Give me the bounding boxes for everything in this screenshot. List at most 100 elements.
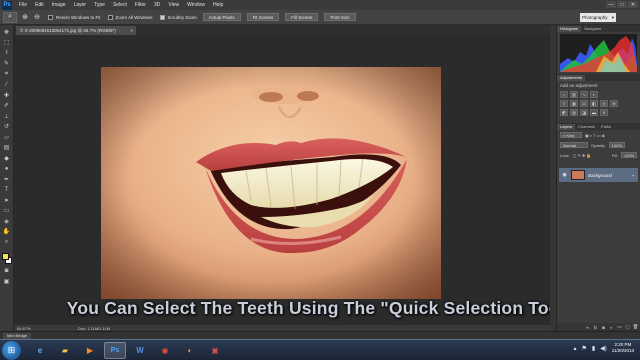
hand-tool-icon[interactable]: ✋ [2,227,12,237]
tab-channels[interactable]: Channels [575,124,598,130]
selective-color-icon[interactable]: ✕ [600,109,608,116]
start-button[interactable]: ⊞ [2,340,21,360]
opacity-field[interactable]: 100% [608,142,625,148]
menu-image[interactable]: Image [48,0,70,10]
zoom-all-windows-checkbox[interactable]: Zoom All Windows [107,14,153,20]
fill-field[interactable]: 100% [621,152,637,158]
file-explorer-icon[interactable]: ▰ [54,342,76,359]
hue-saturation-icon[interactable]: ▦ [570,100,578,107]
channel-mixer-icon[interactable]: ⊕ [610,100,618,107]
quick-selection-tool-icon[interactable]: ✎ [2,59,12,69]
firefox-icon[interactable]: ◐ [179,342,201,359]
tab-layers[interactable]: Layers [557,124,576,130]
network-icon[interactable]: ▮ [592,345,595,352]
volume-icon[interactable]: ◀) [600,345,607,352]
threshold-icon[interactable]: ◪ [580,109,588,116]
eyedropper-tool-icon[interactable]: ⁄ [2,80,12,90]
media-player-icon[interactable]: ▶ [79,342,101,359]
tab-histogram[interactable]: Histogram [557,26,582,32]
type-tool-icon[interactable]: T [2,185,12,195]
screen-mode-icon[interactable]: ▣ [2,276,12,286]
minimize-button[interactable]: — [606,1,616,8]
tab-adjustments[interactable]: Adjustments [557,75,586,81]
zoom-tool-icon[interactable]: ⌕ [2,237,12,247]
chrome-icon[interactable]: ◉ [154,342,176,359]
layer-mask-icon[interactable]: ◙ [601,325,606,330]
tab-paths[interactable]: Paths [598,124,614,130]
zoom-level[interactable]: 66.67% [14,326,38,331]
filter-icons[interactable]: ▣ ◐ T ▭ ◈ [585,133,605,138]
clock[interactable]: 2:20 PM 11/20/2013 [612,342,634,354]
canvas-area[interactable] [14,35,550,325]
menu-select[interactable]: Select [109,0,131,10]
shape-tool-icon[interactable]: ▭ [2,206,12,216]
layer-row-background[interactable]: ◉ Background ▪ [559,168,638,182]
actual-pixels-button[interactable]: Actual Pixels [202,13,241,21]
menu-edit[interactable]: Edit [31,0,48,10]
group-icon[interactable]: ▭ [617,324,622,330]
menu-3d[interactable]: 3D [150,0,164,10]
app-icon[interactable]: ▣ [204,342,226,359]
adjustment-layer-icon[interactable]: ◐ [609,325,614,330]
crop-tool-icon[interactable]: ⌗ [2,69,12,79]
color-swatches[interactable] [1,252,13,266]
menu-view[interactable]: View [164,0,183,10]
photoshop-taskbar-icon[interactable]: Ps [104,341,126,359]
menu-file[interactable]: File [15,0,31,10]
pen-tool-icon[interactable]: ✒ [2,174,12,184]
close-icon[interactable]: × [130,26,133,35]
3d-tool-icon[interactable]: ◈ [2,216,12,226]
blend-mode-select[interactable]: Normal [560,142,588,148]
marquee-tool-icon[interactable]: ⬚ [2,38,12,48]
lock-icons[interactable]: ▢ ✎ ✥ 🔒 [573,153,592,158]
quick-mask-icon[interactable]: ◙ [2,266,12,276]
tab-navigator[interactable]: Navigator [581,26,604,32]
menu-filter[interactable]: Filter [131,0,150,10]
levels-icon[interactable]: ▥ [570,91,578,98]
exposure-icon[interactable]: ◐ [590,91,598,98]
clone-stamp-tool-icon[interactable]: ⊥ [2,111,12,121]
vibrance-icon[interactable]: ▽ [560,100,568,107]
flag-icon[interactable]: ⚑ [581,345,586,352]
fill-screen-button[interactable]: Fill Screen [285,13,319,21]
gradient-map-icon[interactable]: ▬ [590,109,598,116]
close-button[interactable]: ✕ [628,1,638,8]
black-white-icon[interactable]: ◧ [590,100,598,107]
internet-explorer-icon[interactable]: e [29,342,51,359]
zoom-in-icon[interactable]: ⊕ [21,13,29,21]
color-balance-icon[interactable]: ⚖ [580,100,588,107]
invert-icon[interactable]: ◩ [560,109,568,116]
lasso-tool-icon[interactable]: ℓ [2,48,12,58]
workspace-select[interactable]: Photography ▾ [580,13,616,22]
tray-arrow-icon[interactable]: ▴ [573,345,576,352]
dodge-tool-icon[interactable]: ● [2,164,12,174]
photo-filter-icon[interactable]: ◎ [600,100,608,107]
zoom-tool-preset-icon[interactable]: ⌕ [3,11,17,23]
healing-brush-tool-icon[interactable]: ✚ [2,90,12,100]
menu-window[interactable]: Window [183,0,209,10]
zoom-out-icon[interactable]: ⊖ [33,13,41,21]
maximize-button[interactable]: □ [617,1,627,8]
layer-kind-filter[interactable]: ⌕ Kind [560,132,582,138]
posterize-icon[interactable]: ▤ [570,109,578,116]
menu-help[interactable]: Help [209,0,227,10]
trash-icon[interactable]: 🗑 [633,324,639,330]
history-brush-tool-icon[interactable]: ↺ [2,122,12,132]
blur-tool-icon[interactable]: ◆ [2,153,12,163]
curves-icon[interactable]: ∿ [580,91,588,98]
resize-windows-checkbox[interactable]: Resize Windows to Fit [48,14,101,20]
menu-layer[interactable]: Layer [70,0,91,10]
move-tool-icon[interactable]: ✥ [2,27,12,37]
foreground-color-swatch[interactable] [1,252,9,260]
canvas-image[interactable] [101,67,441,299]
link-layers-icon[interactable]: ∞ [585,325,590,330]
brush-tool-icon[interactable]: ✐ [2,101,12,111]
new-layer-icon[interactable]: ▢ [625,324,630,330]
brightness-icon[interactable]: ☼ [560,91,568,98]
path-selection-tool-icon[interactable]: ➤ [2,195,12,205]
print-size-button[interactable]: Print Size [324,13,356,21]
word-icon[interactable]: W [129,342,151,359]
scrubby-zoom-checkbox[interactable]: Scrubby Zoom [159,14,197,20]
gradient-tool-icon[interactable]: ▤ [2,143,12,153]
fit-screen-button[interactable]: Fit Screen [246,13,280,21]
